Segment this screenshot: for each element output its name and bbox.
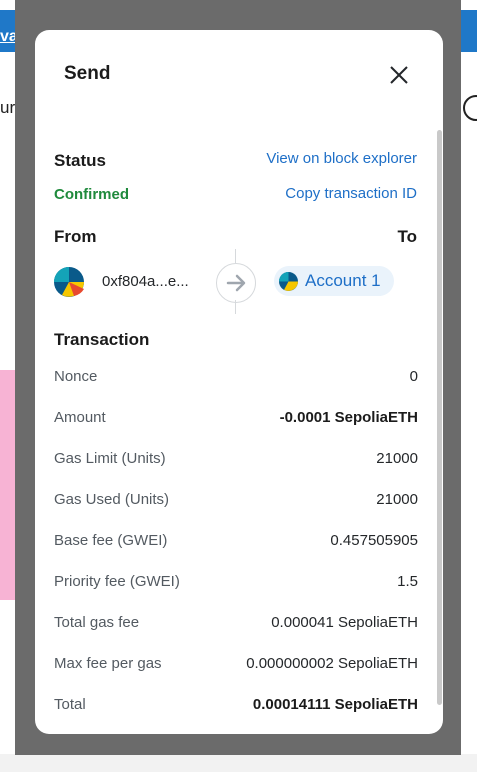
to-account-avatar (279, 272, 298, 291)
close-icon (390, 66, 408, 84)
row-value: 0.457505905 (330, 532, 418, 549)
from-address: 0xf804a...e... (102, 273, 189, 290)
row-label: Max fee per gas (54, 655, 162, 672)
row-value: 0.000041 SepoliaETH (271, 614, 418, 631)
row-label: Total gas fee (54, 614, 140, 631)
row-value: 21000 (376, 491, 418, 508)
row-value: 0.000000002 SepoliaETH (246, 655, 418, 672)
copy-transaction-id-link[interactable]: Copy transaction ID (285, 185, 417, 202)
divider (235, 300, 236, 314)
to-account-button[interactable]: Account 1 (274, 266, 394, 296)
row-label: Base fee (GWEI) (54, 532, 168, 549)
row-label: Total (54, 696, 86, 713)
background-footer (0, 754, 477, 772)
row-label: Gas Limit (Units) (54, 450, 166, 467)
background-ring-icon (463, 95, 477, 121)
view-on-block-explorer-link[interactable]: View on block explorer (266, 150, 417, 167)
transaction-row-nonce: Nonce 0 (54, 368, 418, 388)
from-account-avatar (54, 267, 84, 297)
row-value: 1.5 (397, 573, 418, 590)
to-label: To (397, 227, 417, 246)
transaction-row-base-fee: Base fee (GWEI) 0.457505905 (54, 532, 418, 552)
row-value: 0 (409, 368, 418, 385)
divider (235, 249, 236, 263)
to-account-name: Account 1 (305, 271, 381, 290)
row-value: 21000 (376, 450, 418, 467)
transaction-row-total: Total 0.00014111 SepoliaETH (54, 696, 418, 716)
scrollbar[interactable] (437, 130, 442, 705)
transaction-row-gas-limit: Gas Limit (Units) 21000 (54, 450, 418, 470)
from-label: From (54, 227, 97, 246)
row-label: Amount (54, 409, 106, 426)
row-label: Gas Used (Units) (54, 491, 170, 508)
transaction-row-total-gas-fee: Total gas fee 0.000041 SepoliaETH (54, 614, 418, 634)
transaction-row-priority-fee: Priority fee (GWEI) 1.5 (54, 573, 418, 593)
row-value: 0.00014111 SepoliaETH (252, 696, 418, 713)
transaction-row-amount: Amount -0.0001 SepoliaETH (54, 409, 418, 429)
transaction-heading: Transaction (54, 330, 150, 349)
status-badge: Confirmed (54, 186, 129, 203)
background-text: ur (0, 98, 16, 117)
transaction-details-modal: Send Status View on block explorer Confi… (35, 30, 443, 734)
row-value: -0.0001 SepoliaETH (279, 409, 418, 426)
transaction-row-gas-used: Gas Used (Units) 21000 (54, 491, 418, 511)
arrow-right-icon (216, 263, 256, 303)
close-button[interactable] (385, 61, 413, 89)
row-label: Nonce (54, 368, 98, 385)
transaction-row-max-fee: Max fee per gas 0.000000002 SepoliaETH (54, 655, 418, 675)
row-label: Priority fee (GWEI) (54, 573, 180, 590)
modal-title: Send (64, 63, 111, 84)
status-label: Status (54, 151, 106, 170)
